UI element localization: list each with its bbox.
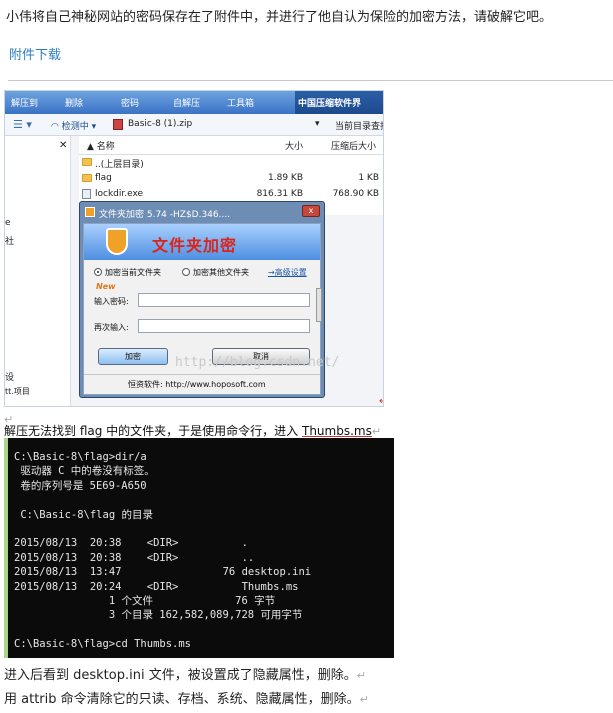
file-size: 816.31 KB [256, 189, 303, 199]
confirm-password-input[interactable] [138, 319, 310, 333]
paragraph-2: 用 attrib 命令清除它的只读、存档、系统、隐藏属性，删除。↵ [4, 692, 369, 707]
terminal-line: 1 个文件 76 字节 [14, 595, 276, 608]
file-csize: 768.90 KB [332, 189, 379, 199]
password-label: 输入密码: [94, 297, 129, 306]
close-icon[interactable]: ✕ [59, 140, 67, 151]
watermark: http://blog.csdn.net/ [175, 355, 340, 370]
left-fragment: 社 [5, 237, 15, 247]
pilcrow-mark: ↵ [379, 396, 383, 406]
toolbar-extract[interactable]: 解压到 [11, 96, 38, 109]
file-name: lockdir.exe [95, 189, 144, 199]
new-badge: New [96, 282, 116, 291]
dialog-banner: 文件夹加密 [84, 224, 320, 260]
terminal-line: 2015/08/13 20:38 <DIR> . [14, 537, 248, 550]
file-name: ..(上层目录) [95, 160, 144, 170]
terminal-line: 2015/08/13 13:47 76 desktop.ini [14, 566, 312, 579]
dialog-title-bar: 文件夹加密 5.74 -HZ$D.346.... [83, 205, 321, 222]
folder-icon [82, 174, 92, 182]
exe-icon [82, 189, 91, 199]
scrollbar[interactable] [316, 288, 322, 322]
password-input[interactable] [138, 293, 310, 307]
col-size[interactable]: 大小 [285, 139, 303, 152]
file-row-parent[interactable]: ..(上层目录) [79, 155, 383, 171]
toolbar-delete[interactable]: 删除 [65, 96, 83, 109]
caption-text: 解压无法找到 flag 中的文件夹，于是使用命令行，进入 Thumbs.ms↵ [4, 424, 382, 438]
toolbar-password[interactable]: 密码 [121, 96, 139, 109]
footer-text[interactable]: 恒资软件: http://www.hoposoft.com [128, 379, 266, 390]
left-fragment: e [5, 218, 11, 228]
shield-icon [106, 228, 128, 255]
brand-banner: 中国压缩软件界 [295, 91, 383, 114]
confirm-label: 再次输入: [94, 323, 129, 332]
column-header: ▲ 名称 大小 压缩后大小 [79, 136, 383, 155]
encrypt-button[interactable]: 加密 [98, 348, 168, 365]
divider [8, 80, 613, 81]
dialog-title: 文件夹加密 5.74 -HZ$D.346.... [99, 210, 231, 220]
left-pane: ✕ e 社 设 tt.项目 [5, 136, 71, 406]
left-fragment: 设 [5, 373, 15, 383]
search-label[interactable]: 当前目录查找 [335, 119, 383, 132]
terminal-line: 驱动器 C 中的卷没有标签。 [14, 465, 155, 478]
terminal-line: C:\Basic-8\flag>cd Thumbs.ms [14, 638, 192, 651]
terminal-line: 卷的序列号是 5E69-A650 [14, 479, 147, 492]
archive-name: Basic-8 (1).zip [128, 119, 193, 129]
col-csize[interactable]: 压缩后大小 [331, 139, 376, 152]
radio-other-label: 加密其他文件夹 [193, 268, 249, 277]
attachment-download-link[interactable]: 附件下载 [9, 44, 61, 63]
app-icon [85, 207, 95, 217]
left-fragment: tt.项目 [5, 387, 30, 396]
address-bar: ☰ ▾ ◠ 检测中 ▾ Basic-8 (1).zip ▾ 当前目录查找 [5, 114, 383, 136]
archive-icon [113, 119, 123, 130]
scan-status: ◠ 检测中 ▾ [51, 122, 97, 132]
terminal-line: 2015/08/13 20:24 <DIR> Thumbs.ms [14, 580, 299, 593]
advanced-settings-link[interactable]: →高级设置 [268, 267, 307, 278]
dropdown-icon[interactable]: ▾ [315, 119, 320, 129]
radio-other-folder[interactable] [182, 268, 190, 276]
terminal-line: 2015/08/13 20:38 <DIR> .. [14, 551, 255, 564]
file-size: 1.89 KB [268, 173, 303, 183]
radio-current-folder[interactable] [94, 268, 102, 276]
file-csize: 1 KB [358, 173, 379, 183]
toolbar-toolbox[interactable]: 工具箱 [227, 96, 254, 109]
radio-current-label: 加密当前文件夹 [105, 268, 161, 277]
intro-text: 小伟将自己神秘网站的密码保存在了附件中，并进行了他自认为保险的加密方法，请破解它… [6, 10, 553, 25]
file-name: flag [95, 173, 112, 183]
dialog-close-button[interactable]: x [302, 205, 320, 217]
file-row-flag[interactable]: flag 1.89 KB 1 KB [79, 171, 383, 187]
archive-screenshot: 解压到 删除 密码 自解压 工具箱 中国压缩软件界 ☰ ▾ ◠ 检测中 ▾ Ba… [4, 90, 384, 407]
terminal-output: C:\Basic-8\flag>dir/a 驱动器 C 中的卷没有标签。 卷的序… [14, 450, 311, 652]
toolbar-sfx[interactable]: 自解压 [173, 96, 200, 109]
terminal-line: 3 个目录 162,582,089,728 可用字节 [14, 609, 303, 622]
terminal-screenshot: C:\Basic-8\flag>dir/a 驱动器 C 中的卷没有标签。 卷的序… [4, 438, 394, 658]
terminal-line: C:\Basic-8\flag>dir/a [14, 451, 147, 463]
col-name[interactable]: ▲ 名称 [87, 139, 115, 152]
banner-title: 文件夹加密 [152, 236, 238, 255]
folder-icon [82, 158, 92, 166]
terminal-line: C:\Basic-8\flag 的目录 [14, 508, 153, 521]
footer-divider [84, 374, 320, 375]
list-view-icon[interactable]: ☰ ▾ [13, 118, 32, 131]
paragraph-1: 进入后看到 desktop.ini 文件，被设置成了隐藏属性，删除。↵ [4, 668, 366, 683]
